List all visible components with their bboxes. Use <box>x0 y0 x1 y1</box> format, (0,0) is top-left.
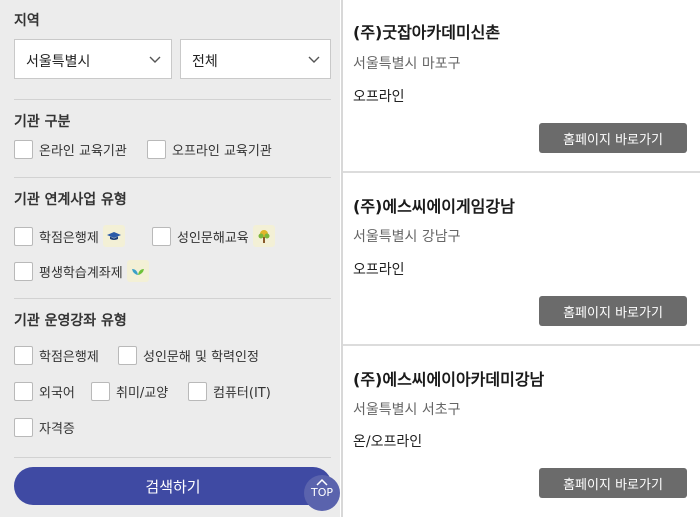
result-card: (주)굿잡아카데미신촌 서울특별시 마포구 오프라인 홈페이지 바로가기 <box>343 0 700 173</box>
result-mode: 오프라인 <box>353 89 405 105</box>
result-address: 서울특별시 마포구 <box>353 56 461 72</box>
checkbox-course-literacy[interactable]: 성인문해 및 학력인정 <box>118 346 259 365</box>
result-card: (주)에스씨에이게임강남 서울특별시 강남구 오프라인 홈페이지 바로가기 <box>343 173 700 346</box>
district-select-value: 전체 <box>192 54 218 70</box>
checkbox-label: 오프라인 교육기관 <box>172 144 272 159</box>
divider <box>14 99 331 100</box>
graduation-cap-icon <box>102 225 125 247</box>
checkbox-linked-lifelong[interactable]: 평생학습계좌제 <box>14 260 149 282</box>
checkbox[interactable] <box>14 261 33 281</box>
chevron-up-icon <box>316 478 328 486</box>
checkbox-course-foreign-language[interactable]: 외국어 <box>14 382 75 401</box>
checkbox-label: 성인문해 및 학력인정 <box>143 350 259 365</box>
checkbox[interactable] <box>14 418 33 437</box>
checkbox-course-certificate[interactable]: 자격증 <box>14 418 75 437</box>
divider <box>14 177 331 178</box>
result-mode: 오프라인 <box>353 262 405 278</box>
tree-icon <box>252 225 275 247</box>
region-select[interactable]: 서울특별시 <box>14 39 172 79</box>
results-list: (주)굿잡아카데미신촌 서울특별시 마포구 오프라인 홈페이지 바로가기 (주)… <box>341 0 700 517</box>
region-label: 지역 <box>14 13 40 29</box>
checkbox[interactable] <box>91 382 110 401</box>
search-button[interactable]: 검색하기 <box>14 467 332 505</box>
course-type-label: 기관 운영강좌 유형 <box>14 313 127 329</box>
chevron-down-icon <box>149 56 161 63</box>
checkbox[interactable] <box>14 346 33 365</box>
result-mode: 온/오프라인 <box>353 434 423 450</box>
checkbox-label: 학점은행제 <box>39 350 99 365</box>
checkbox[interactable] <box>14 226 33 246</box>
result-card: (주)에스씨에이아카데미강남 서울특별시 서초구 온/오프라인 홈페이지 바로가… <box>343 346 700 517</box>
checkbox[interactable] <box>188 382 207 401</box>
checkbox-course-credit-bank[interactable]: 학점은행제 <box>14 346 99 365</box>
divider <box>14 298 331 299</box>
checkbox-linked-credit-bank[interactable]: 학점은행제 <box>14 225 125 247</box>
checkbox-label: 컴퓨터(IT) <box>213 386 271 401</box>
result-name: (주)에스씨에이게임강남 <box>353 197 515 216</box>
divider <box>14 457 331 458</box>
checkbox[interactable] <box>118 346 137 365</box>
checkbox-label: 취미/교양 <box>116 386 169 401</box>
checkbox[interactable] <box>14 140 33 159</box>
checkbox-linked-literacy[interactable]: 성인문해교육 <box>152 225 275 247</box>
homepage-button[interactable]: 홈페이지 바로가기 <box>539 123 687 153</box>
checkbox-offline-org[interactable]: 오프라인 교육기관 <box>147 140 272 159</box>
result-name: (주)에스씨에이아카데미강남 <box>353 370 545 389</box>
checkbox-label: 평생학습계좌제 <box>39 265 123 281</box>
sprout-icon <box>126 260 149 282</box>
checkbox-label: 학점은행제 <box>39 230 99 246</box>
chevron-down-icon <box>308 56 320 63</box>
scroll-top-button[interactable]: TOP <box>304 475 340 511</box>
checkbox-label: 외국어 <box>39 386 75 401</box>
linked-program-label: 기관 연계사업 유형 <box>14 192 127 208</box>
checkbox-course-computer[interactable]: 컴퓨터(IT) <box>188 382 271 401</box>
checkbox-online-org[interactable]: 온라인 교육기관 <box>14 140 127 159</box>
region-select-value: 서울특별시 <box>26 54 91 70</box>
top-button-label: TOP <box>310 486 333 499</box>
checkbox-label: 성인문해교육 <box>177 230 249 246</box>
district-select[interactable]: 전체 <box>180 39 331 79</box>
checkbox[interactable] <box>14 382 33 401</box>
checkbox-label: 온라인 교육기관 <box>39 144 127 159</box>
checkbox[interactable] <box>152 226 171 246</box>
checkbox-label: 자격증 <box>39 422 75 437</box>
filter-panel: 지역 서울특별시 전체 기관 구분 온라인 교육기관 오프라인 교육기관 기관 … <box>0 0 340 517</box>
result-name: (주)굿잡아카데미신촌 <box>353 23 501 42</box>
result-address: 서울특별시 강남구 <box>353 229 461 245</box>
result-address: 서울특별시 서초구 <box>353 402 461 418</box>
org-type-label: 기관 구분 <box>14 114 71 130</box>
homepage-button[interactable]: 홈페이지 바로가기 <box>539 296 687 326</box>
checkbox[interactable] <box>147 140 166 159</box>
homepage-button[interactable]: 홈페이지 바로가기 <box>539 468 687 498</box>
checkbox-course-hobby[interactable]: 취미/교양 <box>91 382 168 401</box>
